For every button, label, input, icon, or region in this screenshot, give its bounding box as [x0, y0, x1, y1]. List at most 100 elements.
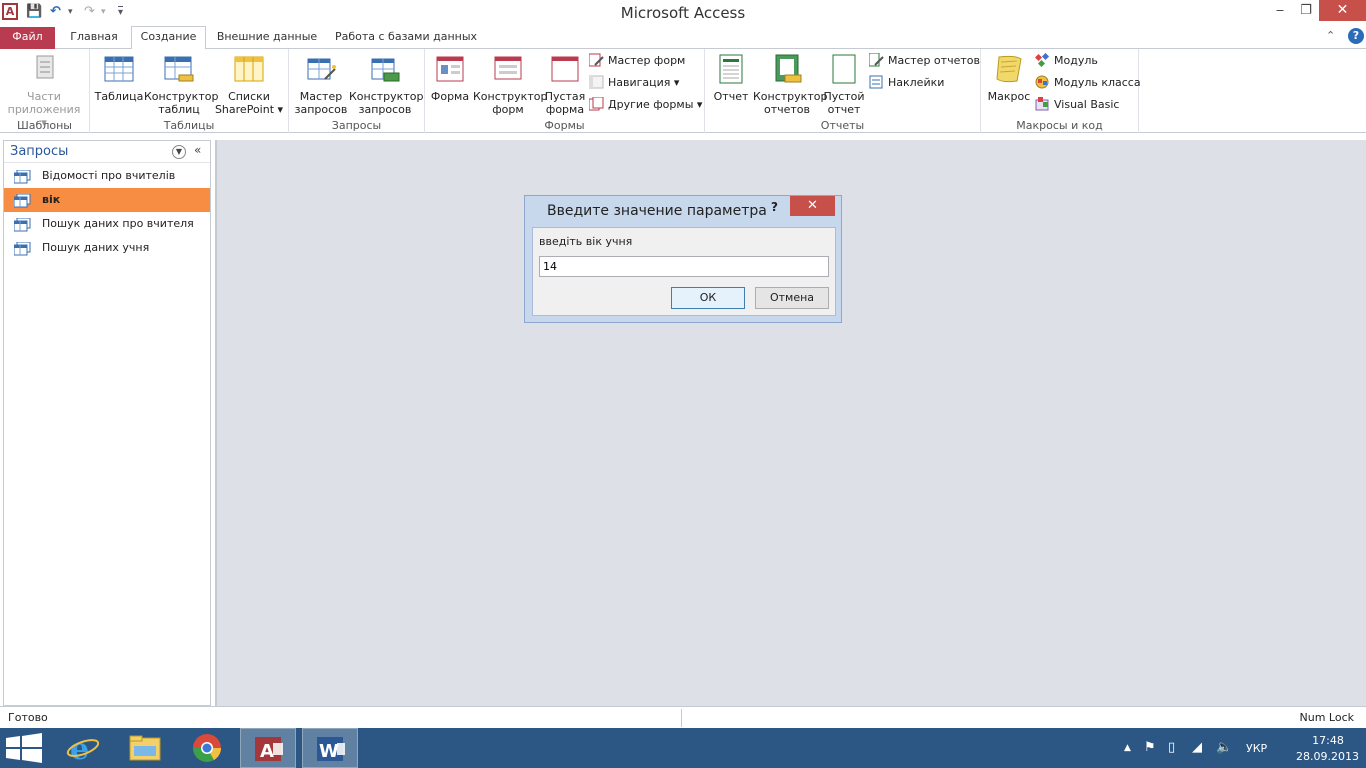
tray-expand-icon[interactable]: ▲	[1124, 743, 1131, 753]
labels-icon	[869, 75, 884, 89]
sharepoint-lists-icon	[233, 53, 265, 85]
help-icon[interactable]: ?	[1348, 28, 1364, 44]
dialog-help-icon[interactable]: ?	[771, 200, 778, 214]
tab-create[interactable]: Создание	[131, 26, 206, 50]
class-module-button[interactable]: Модуль класса	[1035, 73, 1141, 93]
action-center-flag-icon[interactable]: ⚑	[1144, 740, 1156, 755]
macro-label: Макрос	[987, 90, 1031, 103]
blank-form-icon	[549, 53, 581, 85]
form-design-label: Конструктор форм	[473, 90, 548, 116]
query-wizard-button[interactable]: Мастер запросов	[293, 53, 349, 116]
navigation-icon	[588, 75, 604, 89]
table-design-button[interactable]: Конструктор таблиц	[144, 53, 218, 116]
report-design-icon	[771, 53, 803, 85]
class-module-label: Модуль класса	[1054, 76, 1141, 89]
group-forms: Форма Конструктор форм Пустая форма Маст…	[425, 49, 705, 133]
report-wizard-button[interactable]: Мастер отчетов	[868, 51, 980, 71]
nav-item-label: вік	[42, 193, 61, 206]
form-label: Форма	[430, 90, 470, 103]
sharepoint-lists-button[interactable]: Списки SharePoint ▾	[214, 53, 284, 116]
blank-report-icon	[828, 53, 860, 85]
sharepoint-lists-label: Списки SharePoint ▾	[214, 90, 284, 116]
taskbar-word[interactable]: W	[302, 728, 358, 768]
form-design-button[interactable]: Конструктор форм	[473, 53, 547, 116]
volume-icon[interactable]: 🔈	[1216, 740, 1232, 755]
parameter-prompt: введіть вік учня	[539, 235, 633, 248]
report-button[interactable]: Отчет	[709, 53, 753, 103]
nav-item-query[interactable]: Відомості про вчителів	[4, 164, 210, 188]
nav-item-query[interactable]: Пошук даних учня	[4, 236, 210, 260]
group-label: Шаблоны	[17, 119, 72, 132]
blank-report-button[interactable]: Пустой отчет	[823, 53, 865, 116]
table-design-label: Конструктор таблиц	[144, 90, 219, 116]
taskbar-access[interactable]: A	[240, 728, 296, 768]
svg-text:W: W	[319, 741, 339, 762]
language-indicator[interactable]: УКР	[1246, 742, 1267, 755]
dialog-body: введіть вік учня ОК Отмена	[532, 227, 836, 316]
access-icon: A	[255, 737, 283, 762]
form-wizard-button[interactable]: Мастер форм	[588, 51, 685, 71]
form-wizard-icon	[588, 53, 604, 67]
form-button[interactable]: Форма	[429, 53, 471, 103]
taskbar-chrome[interactable]	[180, 728, 236, 768]
ok-button[interactable]: ОК	[671, 287, 745, 309]
report-wizard-label: Мастер отчетов	[888, 54, 980, 67]
taskbar-ie[interactable]: e	[56, 728, 112, 768]
collapse-ribbon-icon[interactable]: ⌃	[1326, 29, 1335, 42]
status-text: Готово	[8, 711, 48, 724]
num-lock-indicator: Num Lock	[1299, 711, 1355, 724]
clock-date[interactable]: 28.09.2013	[1296, 750, 1359, 763]
blank-form-button[interactable]: Пустая форма	[543, 53, 587, 116]
module-button[interactable]: Модуль	[1034, 51, 1098, 71]
close-button[interactable]: ✕	[1319, 0, 1366, 21]
tab-database-tools[interactable]: Работа с базами данных	[332, 27, 480, 49]
nav-item-query-selected[interactable]: вік	[4, 188, 210, 212]
navigation-button[interactable]: Навигация ▾	[588, 73, 679, 93]
cancel-button[interactable]: Отмена	[755, 287, 829, 309]
group-label: Формы	[544, 119, 585, 132]
app-parts-button[interactable]: Части приложения ▾	[4, 53, 84, 129]
macro-button[interactable]: Макрос	[985, 53, 1033, 103]
network-icon[interactable]: ◢	[1192, 740, 1202, 755]
report-wizard-icon	[868, 52, 884, 67]
labels-button[interactable]: Наклейки	[869, 73, 944, 93]
table-design-icon	[163, 53, 195, 85]
dialog-title: Введите значение параметра	[547, 203, 767, 219]
nav-menu-chevron-icon[interactable]: ▼	[172, 145, 186, 159]
parameter-input[interactable]	[539, 256, 829, 277]
class-module-icon	[1035, 75, 1050, 89]
query-design-label: Конструктор запросов	[349, 90, 424, 116]
table-button[interactable]: Таблица	[94, 53, 144, 103]
minimize-button[interactable]: ‒	[1267, 0, 1293, 21]
clock-time[interactable]: 17:48	[1300, 734, 1356, 747]
query-design-icon	[369, 53, 401, 85]
tab-external-data[interactable]: Внешние данные	[212, 27, 322, 49]
visual-basic-label: Visual Basic	[1054, 98, 1120, 111]
maximize-button[interactable]: ❐	[1293, 0, 1319, 21]
report-design-label: Конструктор отчетов	[753, 90, 828, 116]
group-label: Таблицы	[163, 119, 215, 132]
query-icon	[13, 241, 31, 256]
report-design-button[interactable]: Конструктор отчетов	[753, 53, 827, 116]
group-label: Отчеты	[820, 119, 865, 132]
dialog-close-button[interactable]: ✕	[790, 196, 835, 216]
group-queries: Мастер запросов Конструктор запросов Зап…	[289, 49, 425, 133]
battery-icon[interactable]: ▯	[1168, 740, 1175, 755]
module-icon	[1034, 52, 1050, 68]
nav-item-query[interactable]: Пошук даних про вчителя	[4, 212, 210, 236]
nav-pane-header[interactable]: Запросы ▼ «	[4, 141, 210, 163]
status-divider	[681, 709, 682, 727]
more-forms-button[interactable]: Другие формы ▾	[588, 95, 702, 115]
macro-scroll-icon	[993, 53, 1025, 85]
collapse-pane-icon[interactable]: «	[194, 143, 201, 157]
taskbar: e A W ▲ ⚑ ▯ ◢ 🔈 УКР 17:48 28.09.2013	[0, 728, 1366, 768]
tab-file[interactable]: Файл	[0, 27, 55, 49]
tab-home[interactable]: Главная	[63, 27, 125, 49]
system-tray: ▲ ⚑ ▯ ◢ 🔈 УКР 17:48 28.09.2013	[1118, 728, 1366, 768]
chrome-icon	[193, 734, 221, 762]
window-title: Microsoft Access	[620, 4, 746, 22]
start-button[interactable]	[0, 728, 56, 768]
query-design-button[interactable]: Конструктор запросов	[349, 53, 424, 116]
taskbar-explorer[interactable]	[116, 728, 172, 768]
visual-basic-button[interactable]: Visual Basic	[1035, 95, 1119, 115]
